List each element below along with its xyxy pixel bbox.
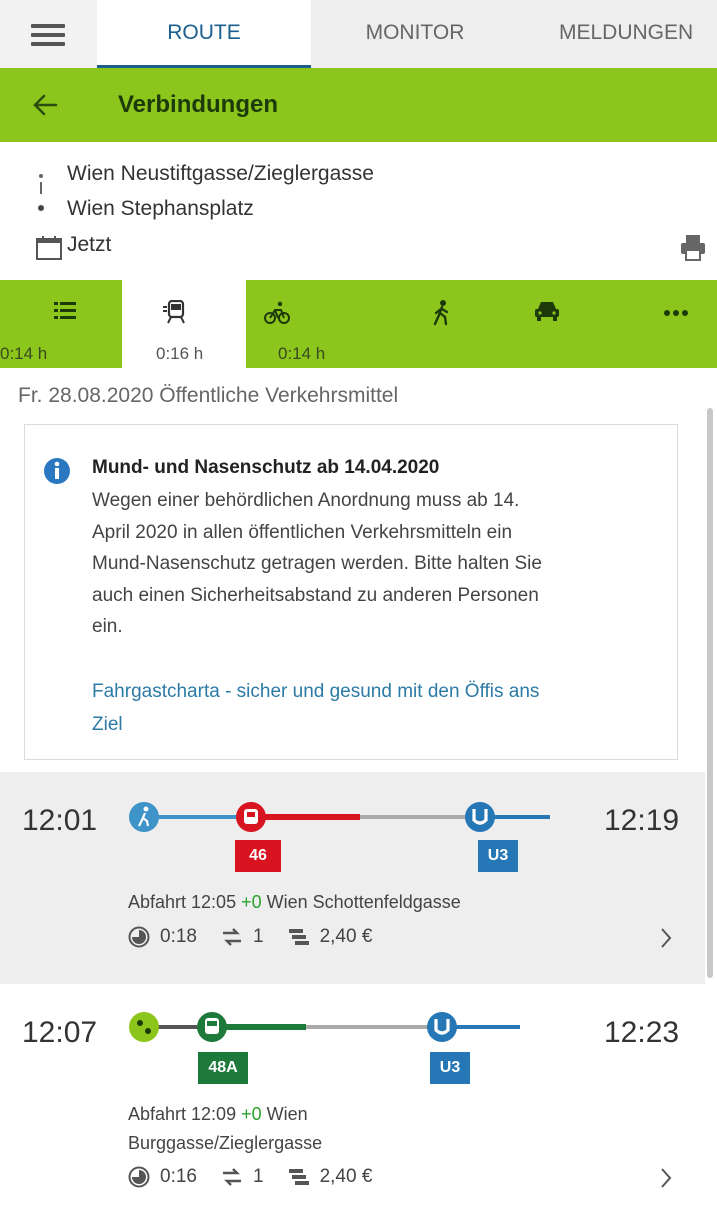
fahrgastcharta-link[interactable]: Fahrgastcharta - sicher und gesund mit d…	[92, 675, 662, 741]
departure-label: Abfahrt 12:09	[128, 1104, 237, 1124]
route-line-diagram	[129, 1012, 520, 1042]
hamburger-menu-icon[interactable]	[0, 0, 97, 68]
tab-monitor[interactable]: MONITOR	[311, 0, 519, 68]
scrollbar[interactable]	[707, 408, 713, 978]
mode-walk[interactable]	[420, 280, 470, 368]
line-badge-tram: 46	[235, 840, 281, 872]
line-badge-ubahn: U3	[430, 1052, 470, 1084]
arrival-time: 12:19	[604, 804, 680, 837]
public-transport-icon	[163, 300, 185, 324]
departure-time: 12:01	[22, 804, 98, 837]
notice-line: ein.	[92, 616, 123, 637]
notice-box: Mund- und Nasenschutz ab 14.04.2020 Wege…	[24, 424, 678, 760]
top-tab-bar: ROUTE MONITOR MELDUNGEN	[0, 0, 717, 68]
notice-line: auch einen Sicherheitsabstand zu anderen…	[92, 584, 539, 606]
link-line[interactable]: Ziel	[92, 708, 662, 741]
page-header: Verbindungen	[0, 68, 717, 142]
walk-icon	[129, 802, 159, 832]
tab-meldungen[interactable]: MELDUNGEN	[519, 0, 717, 68]
chevron-right-icon[interactable]	[658, 926, 674, 950]
price-value: 2,40 €	[319, 926, 373, 947]
notice-line: Wegen einer behördlichen Anordnung muss …	[92, 490, 520, 511]
departure-time-selector[interactable]: Jetzt	[67, 233, 111, 257]
car-icon	[535, 302, 559, 321]
mode-bicycle[interactable]: 0:14 h	[246, 280, 366, 368]
date-mode-caption: Fr. 28.08.2020 Öffentliche Verkehrsmitte…	[18, 384, 399, 407]
chevron-right-icon[interactable]	[658, 1166, 674, 1190]
connection-item[interactable]: 12:07 12:23 48A U3 Abfahrt 12:09 +0 Wien…	[0, 986, 705, 1210]
route-line-diagram	[129, 802, 550, 832]
back-arrow-icon[interactable]	[30, 90, 60, 120]
departure-stop: Wien Schottenfeldgasse	[266, 892, 461, 912]
bus-icon	[197, 1012, 227, 1042]
price-icon	[288, 929, 309, 945]
notice-line: April 2020 in allen öffentlichen Verkehr…	[92, 521, 513, 543]
changes-value: 1	[252, 1166, 264, 1187]
mode-overview-duration: 0:14 h	[0, 344, 48, 363]
price-value: 2,40 €	[319, 1166, 373, 1187]
mode-more[interactable]	[660, 280, 710, 368]
price-icon	[288, 1169, 309, 1185]
changes-value: 1	[252, 926, 264, 947]
connection-meta: 0:16 1 2,40 €	[128, 1166, 396, 1188]
page-title: Verbindungen	[118, 91, 279, 118]
bicycle-icon	[264, 301, 290, 324]
connection-meta: 0:18 1 2,40 €	[128, 926, 396, 948]
mode-public-transport-duration: 0:16 h	[156, 344, 204, 363]
departure-info: Abfahrt 12:05 +0 Wien Schottenfeldgasse	[128, 888, 461, 917]
list-icon	[54, 302, 76, 319]
route-destination[interactable]: Wien Stephansplatz	[67, 197, 254, 221]
walk-icon	[129, 1012, 159, 1042]
departure-time: 12:07	[22, 1016, 98, 1049]
duration-value: 0:16	[160, 1166, 197, 1187]
duration-icon	[128, 1166, 150, 1188]
notice-line: Mund-Nasenschutz getragen werden. Bitte …	[92, 553, 542, 574]
changes-icon	[222, 928, 241, 946]
ubahn-icon	[465, 802, 495, 832]
mode-overview[interactable]: 0:14 h	[0, 280, 122, 368]
walk-icon	[433, 300, 449, 326]
more-icon	[664, 310, 688, 316]
departure-label: Abfahrt 12:05	[128, 892, 237, 912]
print-icon[interactable]	[680, 234, 706, 262]
info-icon	[44, 458, 70, 484]
link-line[interactable]: Fahrgastcharta - sicher und gesund mit d…	[92, 675, 662, 708]
departure-stop: Wien	[266, 1104, 308, 1124]
route-origin[interactable]: Wien Neustiftgasse/Zieglergasse	[67, 162, 374, 186]
changes-icon	[222, 1168, 241, 1186]
calendar-icon	[36, 236, 62, 260]
duration-icon	[128, 926, 150, 948]
transport-mode-bar: 0:14 h 0:16 h 0:14 h	[0, 280, 717, 368]
departure-stop: Burggasse/Zieglergasse	[128, 1133, 323, 1153]
mode-public-transport[interactable]: 0:16 h	[122, 280, 246, 368]
arrival-time: 12:23	[604, 1016, 680, 1049]
line-badge-bus: 48A	[198, 1052, 248, 1084]
mode-car[interactable]	[530, 280, 580, 368]
notice-title: Mund- und Nasenschutz ab 14.04.2020	[92, 457, 440, 478]
ubahn-icon	[427, 1012, 457, 1042]
notice-body: Wegen einer behördlichen Anordnung muss …	[92, 485, 662, 643]
tram-icon	[236, 802, 266, 832]
mode-bicycle-duration: 0:14 h	[278, 344, 326, 363]
line-badge-ubahn: U3	[478, 840, 518, 872]
delay-value: +0	[241, 892, 262, 912]
delay-value: +0	[241, 1104, 262, 1124]
tab-route[interactable]: ROUTE	[97, 0, 311, 68]
duration-value: 0:18	[160, 926, 197, 947]
route-connector-icon	[38, 174, 44, 211]
connection-item[interactable]: 12:01 12:19 46 U3 Abfahrt 12:05 +0 Wien …	[0, 772, 705, 984]
departure-info: Abfahrt 12:09 +0 Wien Burggasse/Zieglerg…	[128, 1100, 322, 1158]
